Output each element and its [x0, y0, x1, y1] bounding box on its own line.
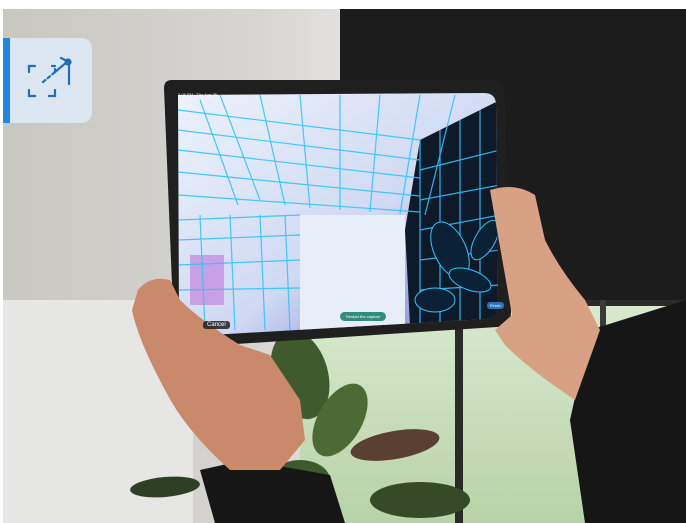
- cancel-button[interactable]: Cancel: [203, 321, 230, 329]
- photo-scene: [0, 0, 686, 523]
- finish-button[interactable]: Finish: [487, 302, 504, 309]
- scan-feature-badge: [3, 38, 92, 123]
- room-scan-icon: [27, 56, 72, 98]
- restart-capture-button[interactable]: Restart the capture: [340, 312, 387, 321]
- tablet-screen: [178, 93, 498, 337]
- tablet-status-bar: 2:08 PM · Thu Aug 25: [178, 92, 217, 97]
- badge-accent-bar: [3, 38, 10, 123]
- scene-illustration: [0, 0, 686, 523]
